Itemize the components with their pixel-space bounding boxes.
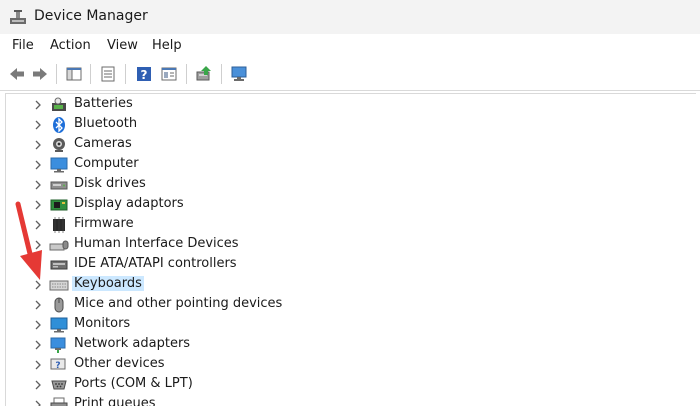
bluetooth-icon — [53, 117, 65, 133]
battery-icon — [52, 97, 66, 111]
toolbar-separator — [56, 64, 57, 84]
tree-item-mice[interactable]: Mice and other pointing devices — [6, 295, 686, 315]
tree-item-print-queues[interactable]: Print queues — [6, 395, 686, 406]
tree-item-network-adapters[interactable]: Network adapters — [6, 335, 686, 355]
disk-drive-icon — [50, 181, 68, 190]
tree-item-label: Monitors — [74, 316, 131, 331]
properties-pane-icon[interactable] — [65, 65, 83, 83]
keyboard-icon — [49, 280, 69, 291]
list-view-icon[interactable] — [99, 65, 117, 83]
tree-item-label: Display adaptors — [74, 196, 184, 211]
menu-view[interactable]: View — [107, 38, 138, 53]
scan-hardware-icon[interactable] — [230, 65, 248, 83]
chevron-right-icon[interactable] — [32, 99, 44, 111]
tree-item-label: Other devices — [74, 356, 165, 371]
device-tree: Batteries Bluetooth Cameras Computer Dis… — [5, 93, 696, 406]
tree-item-firmware[interactable]: Firmware — [6, 215, 686, 235]
tree-item-keyboards[interactable]: Keyboards — [6, 275, 686, 295]
tree-item-ports[interactable]: Ports (COM & LPT) — [6, 375, 686, 395]
tree-item-ide-ata-atapi-controllers[interactable]: IDE ATA/ATAPI controllers — [6, 255, 686, 275]
tree-item-monitors[interactable]: Monitors — [6, 315, 686, 335]
ide-controller-icon — [50, 260, 68, 270]
tree-item-label: Bluetooth — [74, 116, 138, 131]
tree-item-batteries[interactable]: Batteries — [6, 95, 686, 115]
chevron-right-icon[interactable] — [32, 359, 44, 371]
tree-item-label: Disk drives — [74, 176, 146, 191]
title-bar: Device Manager — [0, 0, 700, 34]
firmware-icon — [53, 217, 65, 233]
tree-item-label: Batteries — [74, 96, 133, 111]
toolbar-separator — [125, 64, 126, 84]
tree-item-human-interface-devices[interactable]: Human Interface Devices — [6, 235, 686, 255]
tree-item-cameras[interactable]: Cameras — [6, 135, 686, 155]
tree-item-display-adaptors[interactable]: Display adaptors — [6, 195, 686, 215]
display-adapter-icon — [50, 199, 68, 211]
network-adapter-icon — [50, 337, 66, 353]
tree-item-other-devices[interactable]: ? Other devices — [6, 355, 686, 375]
tree-item-bluetooth[interactable]: Bluetooth — [6, 115, 686, 135]
tree-item-label: Cameras — [74, 136, 132, 151]
back-icon[interactable] — [8, 65, 26, 83]
menu-bar: File Action View Help — [0, 34, 700, 58]
tree-item-label: IDE ATA/ATAPI controllers — [74, 256, 237, 271]
mouse-icon — [54, 297, 64, 313]
chevron-right-icon[interactable] — [32, 339, 44, 351]
update-driver-icon[interactable] — [195, 65, 213, 83]
hid-icon — [49, 240, 69, 251]
tree-item-label: Human Interface Devices — [74, 236, 239, 251]
toolbar: ? — [0, 58, 700, 91]
tree-item-label: Ports (COM & LPT) — [74, 376, 193, 391]
details-view-icon[interactable] — [160, 65, 178, 83]
menu-action[interactable]: Action — [50, 38, 91, 53]
toolbar-separator — [186, 64, 187, 84]
tree-item-label: Mice and other pointing devices — [74, 296, 283, 311]
monitor-icon — [50, 317, 68, 333]
toolbar-separator — [90, 64, 91, 84]
forward-icon[interactable] — [31, 65, 49, 83]
tree-item-computer[interactable]: Computer — [6, 155, 686, 175]
window-title: Device Manager — [34, 8, 148, 24]
camera-icon — [53, 138, 65, 152]
chevron-right-icon[interactable] — [32, 319, 44, 331]
chevron-right-icon[interactable] — [32, 179, 44, 191]
tree-item-label: Computer — [74, 156, 139, 171]
tree-item-label: Network adapters — [74, 336, 191, 351]
toolbar-separator — [221, 64, 222, 84]
svg-text:?: ? — [55, 361, 60, 371]
menu-help[interactable]: Help — [152, 38, 182, 53]
ports-icon — [51, 380, 67, 390]
tree-item-label: Keyboards — [72, 276, 144, 291]
chevron-right-icon[interactable] — [32, 299, 44, 311]
computer-icon — [50, 157, 68, 173]
other-devices-icon: ? — [50, 358, 66, 371]
svg-text:?: ? — [141, 68, 148, 82]
tree-item-label: Firmware — [74, 216, 134, 231]
menu-file[interactable]: File — [12, 38, 34, 53]
red-arrow-icon — [15, 201, 42, 280]
chevron-right-icon[interactable] — [32, 139, 44, 151]
chevron-right-icon[interactable] — [32, 379, 44, 391]
tree-item-disk-drives[interactable]: Disk drives — [6, 175, 686, 195]
device-manager-icon — [10, 10, 26, 24]
chevron-right-icon[interactable] — [32, 159, 44, 171]
help-icon[interactable]: ? — [135, 65, 153, 83]
chevron-right-icon[interactable] — [32, 119, 44, 131]
